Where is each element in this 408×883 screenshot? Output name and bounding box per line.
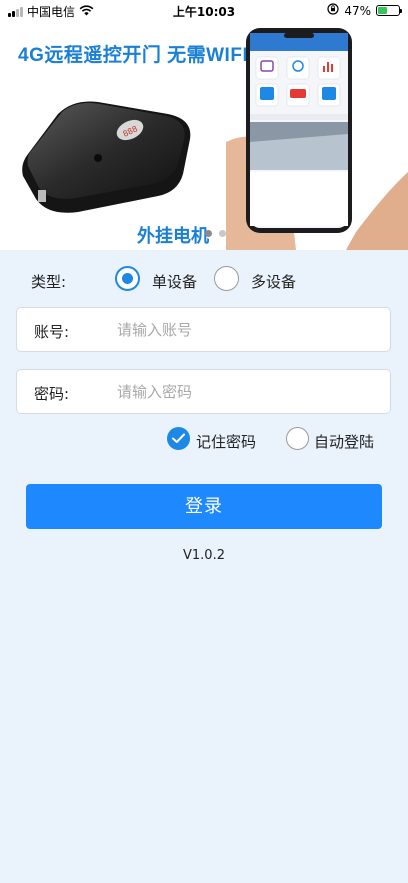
type-label: 类型: xyxy=(31,273,67,291)
account-input[interactable] xyxy=(117,314,377,346)
auto-login-label[interactable]: 自动登陆 xyxy=(314,431,374,452)
promo-banner[interactable]: 4G远程遥控开门 无需WIFI 888 外挂电机 xyxy=(0,22,408,250)
single-device-label[interactable]: 单设备 xyxy=(152,271,197,292)
phone-photo xyxy=(226,22,408,250)
account-label: 账号: xyxy=(34,323,70,341)
device-type-row: 类型: 单设备 多设备 xyxy=(0,264,408,294)
app-version: V1.0.2 xyxy=(183,548,225,563)
password-label: 密码: xyxy=(34,385,70,403)
status-bar: 中国电信 上午10:03 47% xyxy=(0,0,408,22)
password-field[interactable]: 密码: xyxy=(16,369,391,414)
auto-login-checkbox[interactable] xyxy=(286,427,309,450)
banner-headline: 4G远程遥控开门 无需WIFI xyxy=(18,45,249,66)
battery-icon xyxy=(376,5,402,16)
multi-device-radio[interactable] xyxy=(214,266,239,291)
password-input[interactable] xyxy=(117,376,377,408)
single-device-radio[interactable] xyxy=(115,266,140,291)
account-field[interactable]: 账号: xyxy=(16,307,391,352)
battery-percent: 47% xyxy=(344,3,371,18)
checkmark-icon xyxy=(172,433,185,443)
multi-device-label[interactable]: 多设备 xyxy=(251,271,296,292)
orientation-lock-icon xyxy=(327,3,339,18)
device-image: 888 xyxy=(22,101,191,213)
carousel-dot[interactable] xyxy=(219,230,226,237)
banner-caption: 外挂电机 xyxy=(137,226,209,247)
carousel-indicator[interactable] xyxy=(205,230,226,237)
remember-password-checkbox[interactable] xyxy=(167,427,190,450)
carousel-dot[interactable] xyxy=(205,230,212,237)
status-right: 47% xyxy=(327,3,402,18)
remember-password-label[interactable]: 记住密码 xyxy=(196,431,256,452)
login-button[interactable]: 登录 xyxy=(26,484,382,529)
